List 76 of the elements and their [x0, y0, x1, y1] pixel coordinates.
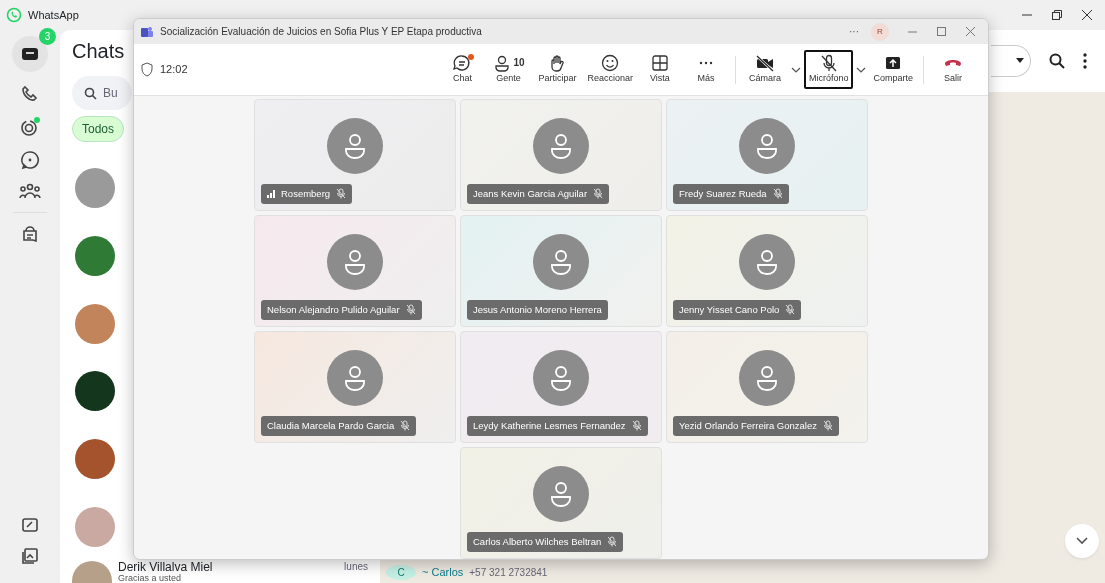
toolbar-button[interactable]: Chat — [439, 50, 486, 89]
participant-name: Jenny Yisset Cano Polo — [679, 302, 780, 317]
avatar-drawing — [739, 234, 795, 290]
leave-button[interactable]: Salir — [930, 50, 976, 89]
sender-avatar: C — [386, 564, 416, 580]
chat-icon — [452, 53, 473, 72]
caret-icon — [1016, 58, 1024, 64]
participant-name: Rosemberg — [281, 186, 331, 201]
meeting-title: Socialización Evaluación de Juicios en Sofia Plus Y EP Etapa productiva — [160, 25, 482, 39]
scroll-down-button[interactable] — [1065, 524, 1099, 558]
inbox-icon — [21, 46, 39, 62]
participant-name: Jeans Kevin Garcia Aguilar — [473, 186, 588, 201]
sender-phone: +57 321 2732841 — [469, 565, 548, 580]
status-icon[interactable] — [19, 116, 41, 138]
menu-icon[interactable] — [1083, 53, 1087, 69]
more-icon — [698, 60, 713, 65]
edit-message-icon[interactable] — [21, 517, 39, 535]
chat-name: Derik Villalva Miel — [118, 561, 213, 573]
avatar-drawing — [739, 350, 795, 406]
unread-count: 3 — [39, 28, 56, 45]
toolbar-button[interactable]: Comparte — [869, 50, 917, 89]
chevron-down-icon — [1076, 537, 1088, 545]
camera-off-icon — [754, 53, 775, 72]
avatar-drawing — [327, 118, 383, 174]
filter-chip[interactable]: Todos — [72, 116, 125, 142]
more-options[interactable]: ··· — [849, 24, 859, 39]
search-icon[interactable] — [1049, 53, 1065, 69]
toolbar-button[interactable]: 10 Gente — [485, 50, 532, 89]
avatar-drawing — [533, 350, 589, 406]
participant-name: Fredy Suarez Rueda — [679, 186, 767, 201]
app-title: WhatsApp — [28, 7, 79, 23]
chat-preview: Gracias a usted — [118, 573, 183, 583]
toolbar-button[interactable]: Reaccionar — [583, 50, 637, 89]
participant-name: Claudia Marcela Pardo Garcia — [267, 418, 395, 433]
avatar-drawing — [327, 234, 383, 290]
avatar-drawing — [739, 118, 795, 174]
restore-icon[interactable] — [1051, 9, 1063, 21]
participant-name: Yezid Orlando Ferreira Gonzalez — [679, 418, 817, 433]
search-field[interactable]: Bu — [72, 76, 132, 110]
maximize-icon[interactable] — [936, 26, 947, 37]
shield-icon — [140, 62, 154, 77]
grid-icon — [649, 53, 670, 72]
avatar-drawing — [533, 466, 589, 522]
toolbar-button[interactable]: Micrófono — [803, 49, 854, 90]
toolbar-button[interactable]: Participar — [531, 50, 584, 89]
panel-title: Chats — [72, 40, 125, 62]
toolbar-button[interactable]: Vista — [636, 50, 683, 89]
contact-avatar — [75, 303, 115, 344]
contact-avatar — [75, 439, 115, 480]
participant-name: Carlos Alberto Wilches Beltran — [473, 534, 602, 549]
teams-logo-icon — [140, 25, 154, 38]
contact-avatar — [75, 235, 115, 276]
communities-icon[interactable] — [19, 182, 41, 200]
toolbar-button[interactable]: Más — [682, 50, 729, 89]
avatar-drawing — [327, 350, 383, 406]
contact-avatar — [75, 167, 115, 208]
contact-avatar — [75, 371, 115, 412]
participant-count: 10 — [513, 56, 525, 71]
participant-name: Jesus Antonio Moreno Herrera — [473, 302, 602, 317]
avatar-drawing — [533, 118, 589, 174]
search-icon — [84, 86, 97, 100]
contact-avatar — [75, 507, 115, 548]
hang-up-icon — [944, 58, 962, 67]
gallery-icon[interactable] — [21, 547, 39, 565]
user-avatar[interactable]: R — [871, 22, 889, 41]
toolbar-button[interactable]: Cámara — [741, 50, 788, 89]
sender-name: ~ Carlos — [422, 564, 464, 580]
close-icon[interactable] — [1081, 9, 1093, 21]
avatar-drawing — [533, 234, 589, 290]
smiley-icon — [600, 53, 621, 72]
phone-icon[interactable] — [20, 84, 40, 104]
whatsapp-logo-icon — [6, 7, 22, 23]
participant-name: Nelson Alejandro Pulido Aguilar — [267, 302, 400, 317]
participant-name: Leydy Katherine Lesmes Fernandez — [473, 418, 626, 433]
chat-time: lunes — [344, 561, 368, 573]
meeting-timer: 12:02 — [160, 62, 188, 78]
